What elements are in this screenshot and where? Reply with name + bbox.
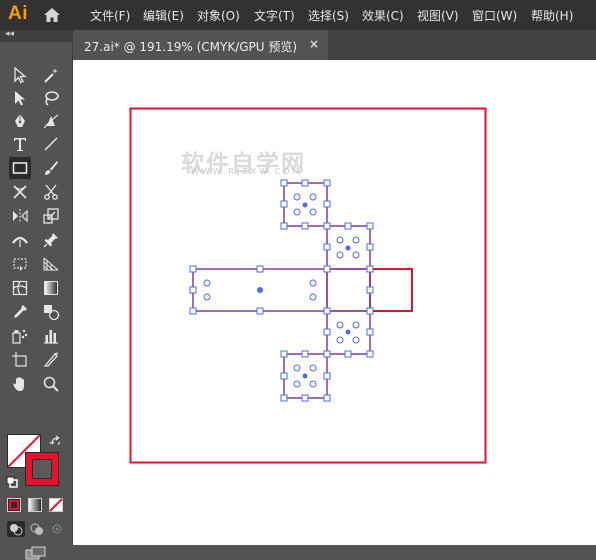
type-t-icon	[14, 138, 26, 151]
hand-tool[interactable]	[9, 373, 31, 395]
menu-type[interactable]: 文字(T)	[254, 7, 295, 24]
gradient-mode-icon[interactable]	[28, 498, 42, 512]
line-segment-tool[interactable]	[40, 133, 62, 155]
selection-arrow-icon	[14, 66, 27, 84]
selection-outlines	[192, 182, 371, 399]
eyedropper-tool[interactable]	[9, 301, 31, 323]
blend-tool[interactable]	[40, 301, 62, 323]
paintbrush-icon	[45, 161, 58, 175]
column-graph-tool[interactable]	[40, 325, 62, 347]
close-tab-icon[interactable]: ×	[309, 37, 319, 51]
type-tool[interactable]	[9, 133, 31, 155]
reflect-icon	[13, 209, 28, 223]
magic-wand-icon	[44, 68, 58, 83]
paintbrush-tool[interactable]	[40, 157, 62, 179]
line-segment-icon	[44, 137, 58, 151]
zoom-magnifier-icon	[43, 376, 59, 392]
curvature-tool[interactable]	[40, 110, 62, 132]
gradient-icon	[44, 281, 58, 295]
tools-panel-header[interactable]: ◂◂	[0, 29, 72, 42]
direct-selection-icon	[15, 91, 25, 106]
mesh-tool[interactable]	[9, 277, 31, 299]
magic-wand-tool[interactable]	[40, 64, 62, 86]
perspective-grid-tool[interactable]	[40, 253, 62, 275]
artboard-icon	[12, 352, 27, 367]
pen-nib-icon	[15, 114, 25, 127]
canvas[interactable]: 软件自学网 WWW.RJZXW.COM	[73, 60, 596, 545]
artboard-tool[interactable]	[9, 349, 31, 371]
color-mode-icon[interactable]	[7, 498, 21, 512]
slice-tool[interactable]	[40, 349, 62, 371]
scissors-tool[interactable]	[40, 181, 62, 203]
slice-knife-icon	[43, 352, 59, 367]
menu-view[interactable]: 视图(V)	[417, 7, 459, 24]
menu-bar: Ai 文件(F) 编辑(E) 对象(O) 文字(T) 选择(S) 效果(C) 视…	[0, 0, 596, 30]
stroke-swatch[interactable]	[25, 452, 59, 486]
none-mode-icon[interactable]	[49, 498, 63, 512]
column-graph-icon	[44, 330, 58, 344]
menu-edit[interactable]: 编辑(E)	[143, 7, 184, 24]
menu-object[interactable]: 对象(O)	[197, 7, 240, 24]
document-tab-title: 27.ai* @ 191.19% (CMYK/GPU 预览)	[84, 40, 298, 54]
app-logo: Ai	[8, 3, 28, 24]
symbol-sprayer-icon	[12, 329, 28, 344]
curvature-pen-icon	[43, 114, 59, 129]
shaper-icon	[13, 185, 27, 199]
puppet-pin-icon	[43, 233, 58, 248]
perspective-grid-icon	[43, 257, 59, 271]
selection-tool[interactable]	[9, 64, 31, 86]
mesh-icon	[12, 280, 28, 296]
net-red-strokes	[192, 182, 413, 399]
menu-file[interactable]: 文件(F)	[90, 7, 130, 24]
collapse-icon[interactable]: ◂◂	[5, 29, 14, 39]
scissors-icon	[44, 184, 58, 200]
artwork	[129, 107, 487, 464]
zoom-tool[interactable]	[40, 373, 62, 395]
gradient-tool[interactable]	[40, 277, 62, 299]
document-tab-bar: 27.ai* @ 191.19% (CMYK/GPU 预览) ×	[73, 30, 596, 60]
direct-selection-tool[interactable]	[9, 87, 31, 109]
scale-tool[interactable]	[40, 205, 62, 227]
menu-window[interactable]: 窗口(W)	[472, 7, 517, 24]
width-icon	[12, 236, 28, 247]
lasso-icon	[45, 91, 59, 106]
pen-tool[interactable]	[9, 110, 31, 132]
lasso-tool[interactable]	[40, 87, 62, 109]
default-fill-stroke-icon[interactable]	[6, 476, 18, 488]
watermark-url: WWW.RJZXW.COM	[191, 167, 303, 176]
document-tab[interactable]: 27.ai* @ 191.19% (CMYK/GPU 预览) ×	[73, 30, 328, 60]
scale-icon	[43, 208, 59, 224]
selection-handles[interactable]	[189, 179, 374, 402]
hand-icon	[13, 377, 24, 391]
draw-mode-icons[interactable]	[7, 521, 67, 537]
shaper-tool[interactable]	[9, 181, 31, 203]
menu-effect[interactable]: 效果(C)	[362, 7, 404, 24]
menu-select[interactable]: 选择(S)	[308, 7, 349, 24]
stroke-swatch-inner	[32, 459, 52, 479]
screen-mode-icon[interactable]	[25, 546, 47, 560]
eyedropper-icon	[14, 305, 27, 318]
rectangle-icon	[12, 162, 28, 174]
width-tool[interactable]	[9, 229, 31, 251]
free-transform-tool[interactable]	[9, 253, 31, 275]
rectangle-tool[interactable]	[9, 157, 31, 179]
blend-icon	[44, 305, 60, 321]
free-transform-icon	[13, 258, 27, 271]
symbol-sprayer-tool[interactable]	[9, 325, 31, 347]
tools-panel: ◂◂	[0, 29, 73, 560]
swap-fill-stroke-icon[interactable]	[49, 435, 63, 449]
reflect-tool[interactable]	[9, 205, 31, 227]
puppet-warp-tool[interactable]	[40, 229, 62, 251]
home-icon[interactable]	[42, 6, 62, 24]
menu-help[interactable]: 帮助(H)	[531, 7, 573, 24]
